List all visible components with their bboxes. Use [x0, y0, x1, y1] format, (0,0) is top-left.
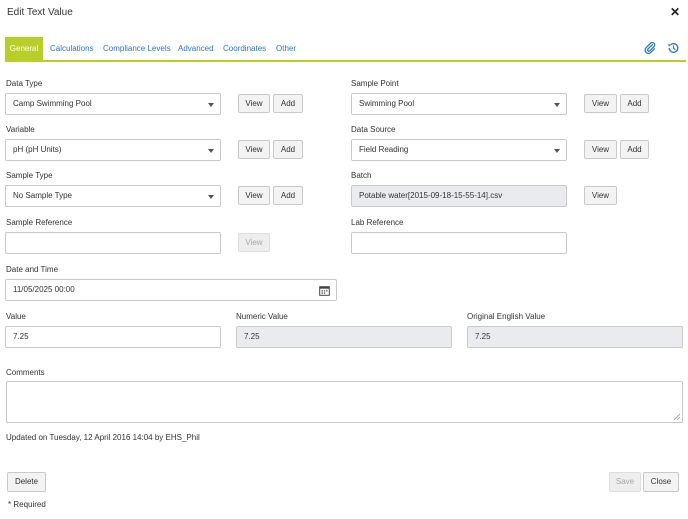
data-source-label: Data Source — [351, 125, 396, 134]
calendar-button[interactable] — [313, 279, 337, 301]
tab-other[interactable]: Other — [270, 37, 302, 60]
data-source-view-button[interactable]: View — [584, 140, 617, 159]
dialog-titlebar: Edit Text Value ✕ — [0, 0, 688, 25]
chevron-down-icon — [554, 103, 560, 107]
variable-add-button[interactable]: Add — [273, 140, 303, 159]
chevron-down-icon — [554, 149, 560, 153]
required-note: * Required — [8, 500, 46, 509]
numeric-value-field: 7.25 — [236, 326, 452, 348]
chevron-down-icon — [208, 149, 214, 153]
sample-type-select[interactable]: No Sample Type — [5, 185, 221, 207]
sample-point-value: Swimming Pool — [359, 99, 415, 108]
tab-general[interactable]: General — [5, 37, 43, 60]
dialog-title: Edit Text Value — [7, 7, 73, 18]
date-time-input[interactable]: 11/05/2025 00:00 — [5, 279, 314, 301]
original-english-value-field: 7.25 — [467, 326, 683, 348]
paperclip-icon[interactable] — [643, 41, 657, 55]
data-source-select[interactable]: Field Reading — [351, 139, 567, 161]
tab-coordinates[interactable]: Coordinates — [217, 37, 272, 60]
batch-label: Batch — [351, 171, 372, 180]
data-type-label: Data Type — [6, 79, 43, 88]
sample-point-select[interactable]: Swimming Pool — [351, 93, 567, 115]
delete-button[interactable]: Delete — [7, 472, 46, 492]
comments-label: Comments — [6, 368, 45, 377]
value-input[interactable]: 7.25 — [5, 326, 221, 348]
sample-type-value: No Sample Type — [13, 191, 72, 200]
variable-view-button[interactable]: View — [238, 140, 270, 159]
save-button[interactable]: Save — [609, 472, 641, 492]
tab-calculations[interactable]: Calculations — [44, 37, 100, 60]
variable-value: pH (pH Units) — [13, 145, 62, 154]
original-english-value-label: Original English Value — [467, 312, 546, 321]
history-icon[interactable] — [666, 41, 680, 55]
value-label: Value — [6, 312, 26, 321]
sample-reference-view-button[interactable]: View — [238, 233, 270, 252]
batch-field: Potable water[2015-09-18-15-55-14].csv — [351, 185, 567, 207]
variable-label: Variable — [6, 125, 35, 134]
close-button[interactable]: Close — [643, 472, 679, 492]
sample-point-view-button[interactable]: View — [584, 94, 617, 113]
updated-info: Updated on Tuesday, 12 April 2016 14:04 … — [6, 433, 200, 442]
data-type-value: Camp Swimming Pool — [13, 99, 92, 108]
sample-type-view-button[interactable]: View — [238, 186, 270, 205]
chevron-down-icon — [208, 103, 214, 107]
sample-type-add-button[interactable]: Add — [273, 186, 303, 205]
tab-compliance-levels[interactable]: Compliance Levels — [97, 37, 177, 60]
sample-reference-input[interactable] — [5, 232, 221, 254]
tab-bar: General Calculations Compliance Levels A… — [5, 37, 686, 62]
sample-type-label: Sample Type — [6, 171, 53, 180]
close-icon[interactable]: ✕ — [670, 5, 680, 19]
data-source-value: Field Reading — [359, 145, 409, 154]
comments-textarea[interactable] — [6, 381, 683, 423]
sample-point-label: Sample Point — [351, 79, 399, 88]
lab-reference-label: Lab Reference — [351, 218, 404, 227]
sample-point-add-button[interactable]: Add — [620, 94, 649, 113]
calendar-icon — [319, 286, 330, 296]
sample-reference-label: Sample Reference — [6, 218, 73, 227]
chevron-down-icon — [208, 195, 214, 199]
data-source-add-button[interactable]: Add — [620, 140, 649, 159]
data-type-add-button[interactable]: Add — [273, 94, 303, 113]
variable-select[interactable]: pH (pH Units) — [5, 139, 221, 161]
tab-advanced[interactable]: Advanced — [172, 37, 220, 60]
numeric-value-label: Numeric Value — [236, 312, 288, 321]
lab-reference-input[interactable] — [351, 232, 567, 254]
resize-handle-icon[interactable] — [674, 414, 680, 420]
batch-view-button[interactable]: View — [584, 186, 617, 205]
data-type-view-button[interactable]: View — [238, 94, 270, 113]
date-time-label: Date and Time — [6, 265, 59, 274]
data-type-select[interactable]: Camp Swimming Pool — [5, 93, 221, 115]
